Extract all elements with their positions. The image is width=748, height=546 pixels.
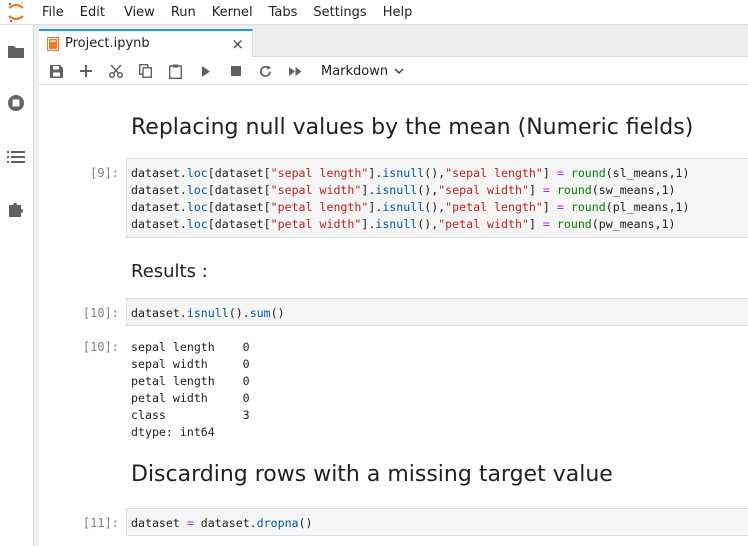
output-line: petal length 0 (131, 374, 250, 388)
cell-type-value: Markdown (321, 63, 389, 79)
cut-icon[interactable] (106, 61, 126, 81)
jupyter-logo-icon[interactable] (6, 1, 26, 23)
cell-prompt: [11]: (82, 516, 119, 530)
code-line: dataset.loc[dataset["sepal length"].isnu… (131, 166, 690, 180)
menu-settings[interactable]: Settings (313, 0, 366, 25)
code-line: dataset.loc[dataset["petal width"].isnul… (131, 217, 676, 231)
code-line: dataset = dataset.dropna() (131, 516, 313, 530)
close-icon[interactable]: × (231, 35, 244, 53)
running-icon[interactable] (6, 93, 26, 113)
output-line: sepal length 0 (131, 340, 250, 354)
cell-prompt: [10]: (82, 306, 119, 320)
menu-tabs[interactable]: Tabs (269, 0, 298, 25)
notebook-toolbar: Markdown (39, 57, 748, 85)
tab-bar: Project.ipynb × (39, 25, 748, 58)
menu-bar: File Edit View Run Kernel Tabs Settings … (0, 0, 748, 25)
left-sidebar (0, 25, 33, 546)
menu-kernel[interactable]: Kernel (212, 0, 253, 25)
code-cell[interactable]: dataset.isnull().sum() (126, 298, 748, 326)
output-line: petal width 0 (131, 391, 250, 405)
stop-icon[interactable] (226, 61, 246, 81)
menu-view[interactable]: View (124, 0, 155, 25)
code-line: dataset.isnull().sum() (131, 306, 285, 320)
markdown-heading-replace: Replacing null values by the mean (Numer… (131, 115, 694, 140)
output-prompt: [10]: (82, 340, 119, 354)
markdown-heading-results: Results : (131, 261, 208, 282)
code-cell[interactable]: dataset.loc[dataset["sepal length"].isnu… (126, 158, 748, 238)
code-line: dataset.loc[dataset["petal length"].isnu… (131, 200, 690, 214)
code-line: dataset.loc[dataset["sepal width"].isnul… (131, 183, 676, 197)
code-cell[interactable]: dataset = dataset.dropna() (126, 508, 748, 536)
add-cell-icon[interactable] (76, 61, 96, 81)
paste-icon[interactable] (165, 61, 185, 81)
run-icon[interactable] (196, 61, 216, 81)
cell-type-dropdown[interactable]: Markdown (321, 61, 404, 81)
menu-file[interactable]: File (42, 0, 64, 25)
tab-label: Project.ipynb (65, 36, 150, 51)
menu-help[interactable]: Help (383, 0, 413, 25)
restart-icon[interactable] (255, 61, 275, 81)
menu-run[interactable]: Run (171, 0, 196, 25)
tab-project-notebook[interactable]: Project.ipynb × (39, 29, 253, 58)
output-line: dtype: int64 (131, 425, 215, 439)
chevron-down-icon (394, 67, 404, 74)
markdown-heading-discard: Discarding rows with a missing target va… (131, 462, 613, 487)
notebook-panel[interactable]: Replacing null values by the mean (Numer… (39, 86, 748, 546)
output-line: sepal width 0 (131, 357, 250, 371)
notebook-icon (47, 37, 59, 51)
copy-icon[interactable] (135, 61, 155, 81)
folder-icon[interactable] (6, 41, 26, 61)
output-line: class 3 (131, 408, 250, 422)
fast-forward-icon[interactable] (285, 61, 305, 81)
list-icon[interactable] (6, 147, 26, 167)
menu-edit[interactable]: Edit (80, 0, 105, 25)
save-icon[interactable] (46, 61, 66, 81)
cell-prompt: [9]: (90, 166, 119, 180)
extension-icon[interactable] (6, 199, 26, 219)
